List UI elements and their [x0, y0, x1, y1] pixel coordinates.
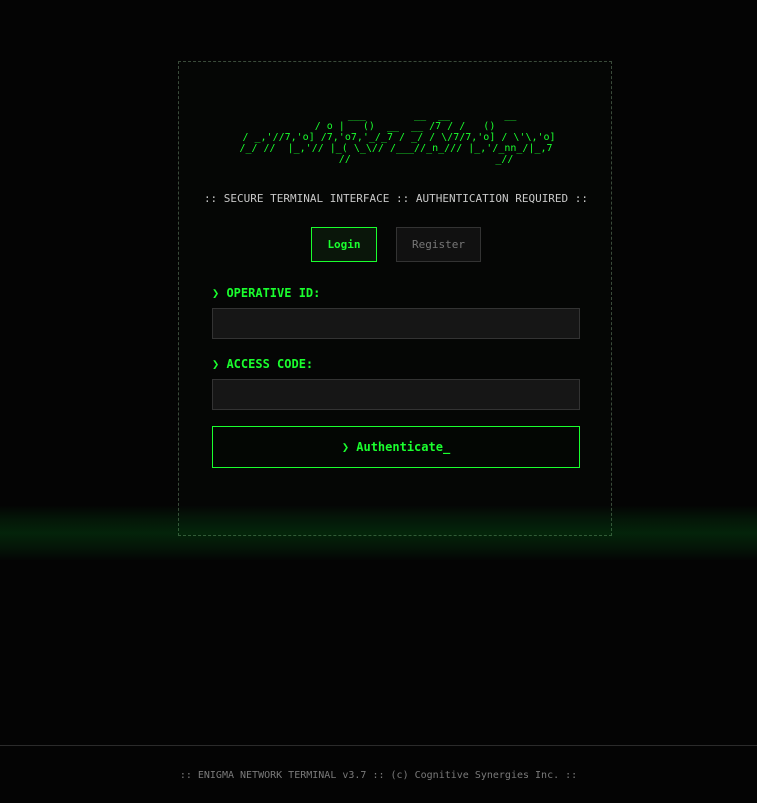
login-terminal-panel: ___ __ __ __ / o | () __ __ /7 / / () / …: [178, 61, 612, 536]
access-code-label: ❯ ACCESS CODE:: [212, 357, 314, 371]
footer-text: :: ENIGMA NETWORK TERMINAL v3.7 :: (c) C…: [179, 770, 578, 781]
tab-register[interactable]: Register: [396, 227, 481, 262]
page: ___ __ __ __ / o | () __ __ /7 / / () / …: [0, 0, 757, 803]
authenticate-button[interactable]: ❯ Authenticate_: [212, 426, 580, 468]
operative-id-label: ❯ OPERATIVE ID:: [212, 286, 321, 300]
operative-id-input[interactable]: [212, 308, 580, 339]
access-code-input[interactable]: [212, 379, 580, 410]
ascii-logo: ___ __ __ __ / o | () __ __ /7 / / () / …: [239, 110, 556, 165]
footer: :: ENIGMA NETWORK TERMINAL v3.7 :: (c) C…: [0, 745, 757, 803]
terminal-subtitle: :: SECURE TERMINAL INTERFACE :: AUTHENTI…: [203, 192, 589, 205]
tab-login[interactable]: Login: [311, 227, 377, 262]
